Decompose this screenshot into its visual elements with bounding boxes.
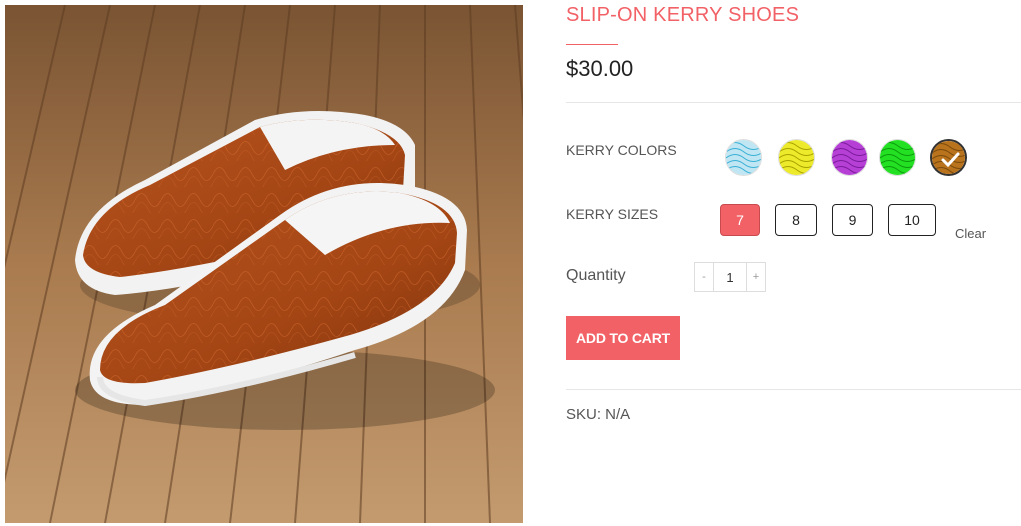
sku-text: SKU: N/A — [566, 406, 631, 423]
title-underline — [566, 44, 618, 45]
color-swatch[interactable] — [831, 139, 868, 176]
product-price: $30.00 — [566, 56, 634, 81]
clear-selection-link[interactable]: Clear — [955, 226, 986, 241]
color-swatch[interactable] — [930, 139, 967, 176]
slip-on-shoes-photo — [5, 5, 523, 523]
product-summary: SLIP-ON KERRY SHOES $30.00 KERRY COLORS … — [566, 0, 1021, 526]
quantity-label: Quantity — [566, 267, 626, 284]
add-to-cart-button[interactable]: ADD TO CART — [566, 316, 680, 360]
divider — [566, 389, 1021, 390]
quantity-increase-button[interactable]: + — [746, 263, 765, 291]
size-option-button[interactable]: 10 — [888, 204, 936, 236]
size-option-button[interactable]: 7 — [720, 204, 760, 236]
color-swatch[interactable] — [778, 139, 815, 176]
sizes-label: KERRY SIZES — [566, 206, 659, 222]
quantity-decrease-button[interactable]: - — [695, 263, 714, 291]
color-swatch[interactable] — [725, 139, 762, 176]
quantity-input[interactable]: 1 — [714, 263, 746, 291]
size-option-button[interactable]: 9 — [832, 204, 873, 236]
color-swatch[interactable] — [879, 139, 916, 176]
product-title: SLIP-ON KERRY SHOES — [566, 4, 800, 26]
divider — [566, 102, 1021, 103]
quantity-stepper: - 1 + — [694, 262, 766, 292]
colors-label: KERRY COLORS — [566, 142, 677, 158]
product-image — [5, 5, 523, 523]
size-option-button[interactable]: 8 — [775, 204, 817, 236]
